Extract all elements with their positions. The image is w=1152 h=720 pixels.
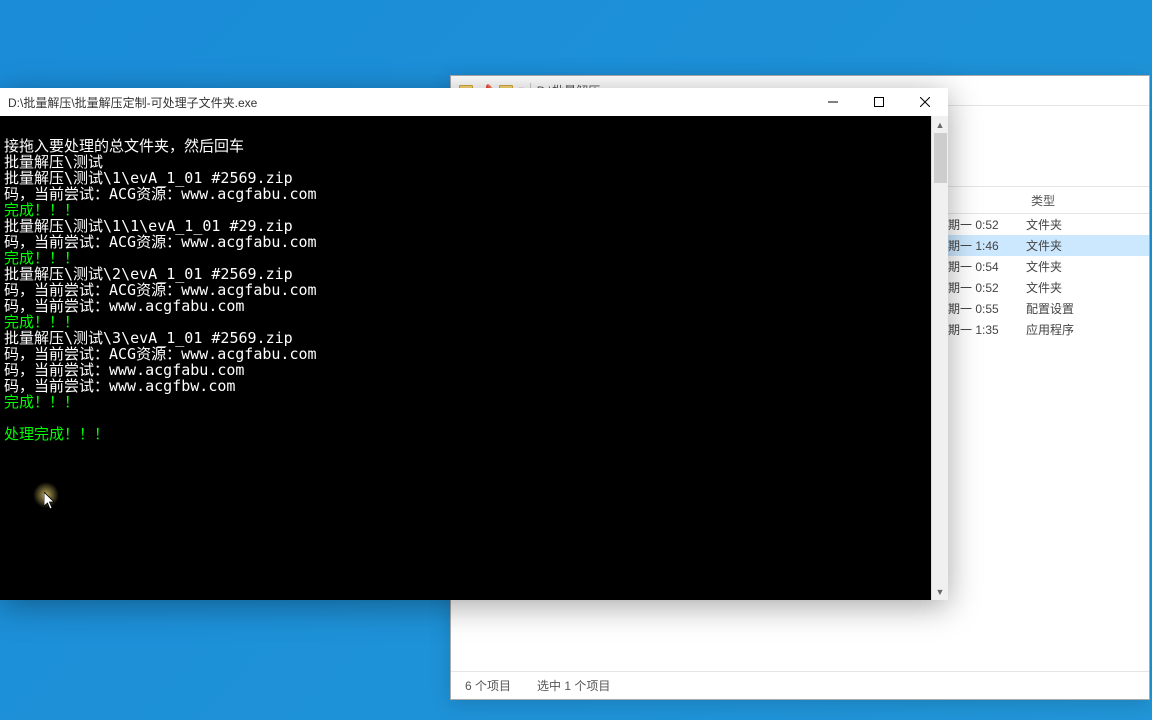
close-icon [920, 97, 930, 107]
console-line: 码，当前尝试：ACG资源：www.acgfabu.com [4, 234, 927, 250]
console-line: 码，当前尝试：www.acgfabu.com [4, 362, 927, 378]
file-date: 星期一 0:55 [936, 300, 1026, 317]
console-line [4, 410, 927, 426]
status-selected-count: 选中 1 个项目 [537, 677, 610, 694]
console-line: 处理完成！！！ [4, 426, 927, 442]
scrollbar[interactable]: ▲ ▼ [931, 116, 948, 600]
status-item-count: 6 个项目 [465, 677, 511, 694]
console-line: 完成！！！ [4, 314, 927, 330]
file-date: 星期一 1:35 [936, 321, 1026, 338]
console-line: 批量解压\测试\1\1\evA_1_01 #29.zip [4, 218, 927, 234]
console-line: 批量解压\测试\2\evA_1_01 #2569.zip [4, 266, 927, 282]
console-line: 接拖入要处理的总文件夹，然后回车 [4, 138, 927, 154]
file-type: 配置设置 [1026, 300, 1116, 317]
file-type: 文件夹 [1026, 279, 1116, 296]
console-title: D:\批量解压\批量解压定制-可处理子文件夹.exe [0, 94, 810, 111]
console-line: 码，当前尝试：ACG资源：www.acgfabu.com [4, 282, 927, 298]
file-type: 文件夹 [1026, 258, 1116, 275]
console-body: 接拖入要处理的总文件夹，然后回车批量解压\测试批量解压\测试\1\evA_1_0… [0, 116, 948, 600]
file-date: 星期一 0:52 [936, 279, 1026, 296]
console-window: D:\批量解压\批量解压定制-可处理子文件夹.exe 接拖入要处理的总文件夹，然… [0, 88, 948, 600]
file-date: 星期一 0:54 [936, 258, 1026, 275]
scroll-up-button[interactable]: ▲ [932, 116, 948, 133]
window-controls [810, 88, 948, 116]
scroll-thumb[interactable] [934, 133, 947, 183]
minimize-icon [828, 97, 838, 107]
scroll-down-button[interactable]: ▼ [932, 583, 948, 600]
console-line: 完成！！！ [4, 394, 927, 410]
file-date: 星期一 1:46 [936, 237, 1026, 254]
console-line: 码，当前尝试：www.acgfbw.com [4, 378, 927, 394]
file-type: 文件夹 [1026, 237, 1116, 254]
maximize-icon [874, 97, 884, 107]
console-line: 码，当前尝试：www.acgfabu.com [4, 298, 927, 314]
file-type: 应用程序 [1026, 321, 1116, 338]
maximize-button[interactable] [856, 88, 902, 116]
console-line: 批量解压\测试\1\evA_1_01 #2569.zip [4, 170, 927, 186]
console-line: 批量解压\测试 [4, 154, 927, 170]
file-date: 星期一 0:52 [936, 216, 1026, 233]
column-type[interactable]: 类型 [1031, 192, 1055, 209]
console-line: 完成！！！ [4, 202, 927, 218]
minimize-button[interactable] [810, 88, 856, 116]
console-line [4, 122, 927, 138]
console-titlebar[interactable]: D:\批量解压\批量解压定制-可处理子文件夹.exe [0, 88, 948, 116]
file-type: 文件夹 [1026, 216, 1116, 233]
console-output[interactable]: 接拖入要处理的总文件夹，然后回车批量解压\测试批量解压\测试\1\evA_1_0… [0, 116, 931, 600]
console-line: 码，当前尝试：ACG资源：www.acgfabu.com [4, 346, 927, 362]
explorer-statusbar: 6 个项目 选中 1 个项目 [451, 671, 1149, 699]
close-button[interactable] [902, 88, 948, 116]
console-line: 批量解压\测试\3\evA_1_01 #2569.zip [4, 330, 927, 346]
console-line: 完成！！！ [4, 250, 927, 266]
console-line: 码，当前尝试：ACG资源：www.acgfabu.com [4, 186, 927, 202]
